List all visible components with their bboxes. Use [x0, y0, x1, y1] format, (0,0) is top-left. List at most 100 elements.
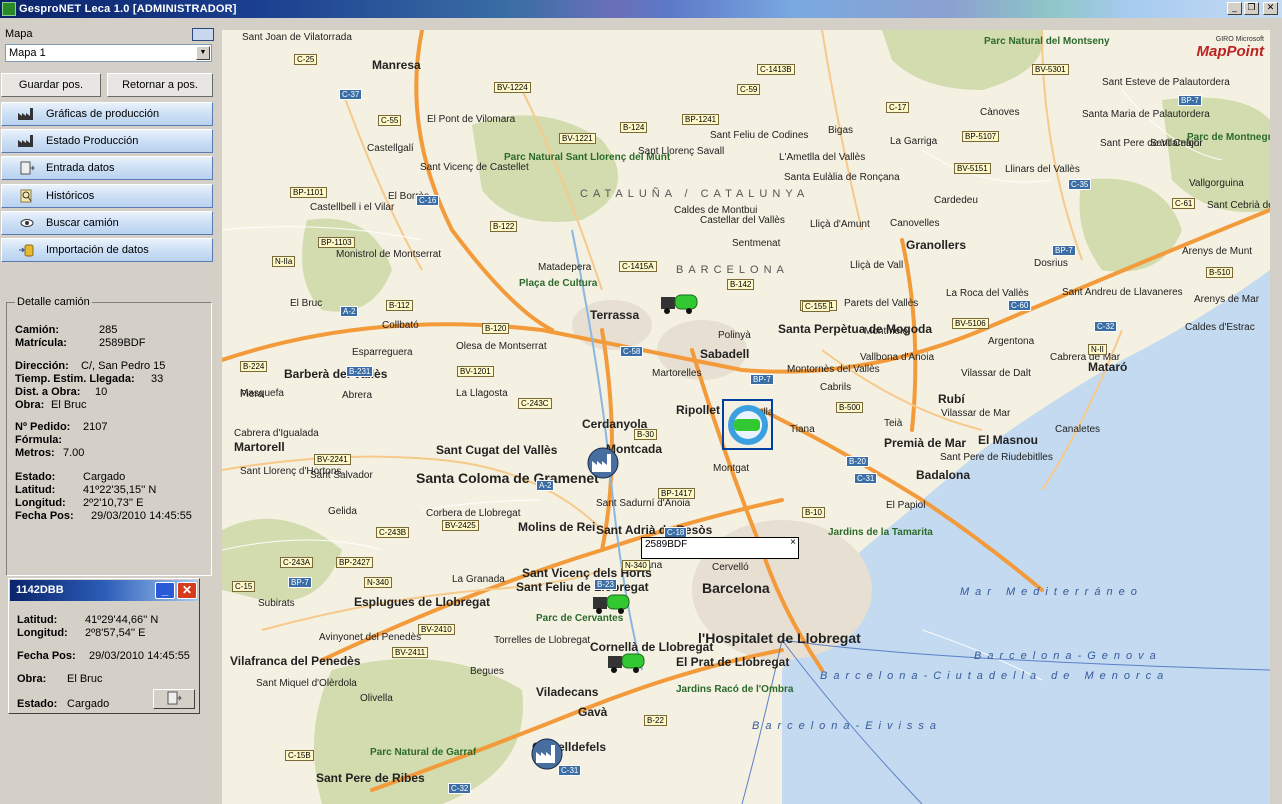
map-place-label: Sabadell: [700, 347, 750, 361]
map-place-label: Molins de Rei: [518, 520, 596, 534]
map-place-label: Arenys de Mar: [1194, 294, 1260, 305]
map-place-label: Mataró: [1088, 360, 1128, 374]
map-place-label: Vilassar de Dalt: [961, 368, 1031, 379]
longitud-label-text: Longitud:: [15, 497, 66, 509]
road-shield: BV-1221: [559, 133, 596, 144]
road-shield: BV-5301: [1032, 64, 1069, 75]
tw-latitud-value: 41º29'44,66'' N: [85, 614, 159, 626]
nav-entrada-datos[interactable]: Entrada datos: [1, 156, 213, 180]
map-place-label: Olesa de Montserrat: [456, 341, 547, 352]
truck-callout[interactable]: 2589BDF ×: [641, 537, 799, 559]
road-shield: C-37: [339, 89, 363, 100]
truck-open-button[interactable]: [153, 689, 195, 709]
truck-popup-close-button[interactable]: ✕: [177, 582, 197, 599]
road-shield: BP-5107: [962, 131, 1000, 142]
save-position-label: Guardar pos.: [18, 79, 84, 91]
tw-estado-value: Cargado: [67, 698, 110, 710]
restore-button[interactable]: ❐: [1244, 2, 1259, 15]
road-shield: N-340: [364, 577, 392, 588]
map-place-label: Lliçà d'Amunt: [810, 219, 870, 230]
map-place-label: Sant Cugat del Vallès: [436, 443, 558, 457]
road-shield: BP-7: [750, 374, 774, 385]
map-place-label: Premià de Mar: [884, 436, 967, 450]
map-place-label: Cervelló: [712, 562, 749, 573]
road-shield: C-243A: [280, 557, 314, 568]
map-place-label: Barcelona-Genova: [974, 650, 1162, 662]
map-place-label: Collbató: [382, 320, 419, 331]
map-scrollbar[interactable]: [1270, 30, 1282, 804]
truck-popup-titlebar[interactable]: 1142DBB _ ✕: [10, 580, 198, 601]
map-place-label: Dosrius: [1034, 258, 1068, 269]
callout-close-button[interactable]: ×: [790, 537, 796, 548]
close-button[interactable]: ✕: [1263, 2, 1278, 15]
road-shield: B-120: [482, 323, 510, 334]
title-bar: GesproNET Leca 1.0 [ADMINISTRADOR] _ ❐ ✕: [0, 0, 1282, 18]
road-shield: BV-2425: [442, 520, 479, 531]
road-shield: C-15B: [285, 750, 314, 761]
nav-buscar-camion[interactable]: Buscar camión: [1, 211, 213, 235]
map-place-label: Sant Sadurní d'Anoia: [596, 498, 691, 509]
minimize-button[interactable]: _: [1227, 2, 1242, 15]
fecha-label: Fecha Pos:: [15, 510, 74, 522]
road-shield: BP-1101: [290, 187, 327, 198]
map-toggle-button[interactable]: [192, 28, 214, 41]
map-place-label: Sant Pere de Riudebitlles: [940, 452, 1053, 463]
latitud-label: Latitud:: [15, 484, 55, 496]
nav-importacion-datos[interactable]: Importación de datos: [1, 238, 213, 262]
road-shield: C-58: [620, 346, 644, 357]
map-place-label: Parc de Montnegre Corredor: [1187, 132, 1270, 143]
chevron-down-icon[interactable]: ▼: [196, 46, 210, 60]
road-shield: C-15: [232, 581, 256, 592]
metros-label: Metros:: [15, 447, 55, 459]
map-place-label: Badalona: [916, 468, 971, 482]
save-position-button[interactable]: Guardar pos.: [1, 73, 101, 97]
nav-historicos[interactable]: Históricos: [1, 184, 213, 208]
return-position-button[interactable]: Retornar a pos.: [107, 73, 213, 97]
map-place-label: Esparreguera: [352, 347, 413, 358]
map-place-label: Plaça de Cultura: [519, 278, 598, 289]
road-shield: C-60: [1008, 300, 1032, 311]
tw-obra-value: El Bruc: [67, 673, 103, 685]
map-place-label: Cabrera d'Igualada: [234, 428, 319, 439]
tw-longitud-label: Longitud:: [17, 627, 68, 639]
return-position-label: Retornar a pos.: [122, 79, 198, 91]
obra-label: Obra:: [15, 399, 44, 411]
tw-longitud-value: 2º8'57,54'' E: [85, 627, 146, 639]
map-place-label: Vilafranca del Penedès: [230, 654, 361, 668]
map-place-label: El Pont de Vilomara: [427, 114, 516, 125]
map-place-label: Sant Vicenç de Castellet: [420, 162, 529, 173]
map-place-label: Barcelona-Ciutadella de Menorca: [820, 670, 1170, 682]
map-place-label: Teià: [884, 418, 903, 429]
map-place-label: Vallbona d'Anoia: [860, 352, 935, 363]
nav-graficas-produccion[interactable]: Gráficas de producción: [1, 102, 213, 126]
tw-latitud-label: Latitud:: [17, 614, 57, 626]
map-view[interactable]: GIRO Microsoft MapPoint Sant Joan de Vil…: [222, 30, 1270, 804]
map-place-label: Jardins de la Tamarita: [828, 527, 933, 538]
map-place-label: Torrelles de Llobregat: [494, 635, 591, 646]
map-place-label: Jardins Racó de l'Ombra: [676, 684, 794, 695]
map-select[interactable]: Mapa 1 ▼: [5, 44, 212, 62]
road-shield: C-25: [294, 54, 318, 65]
fecha-value: 29/03/2010 14:45:55: [91, 510, 192, 522]
camion-label: Camión:: [15, 324, 59, 336]
map-place-label: Abrera: [342, 390, 373, 401]
map-place-label: La Garriga: [890, 136, 938, 147]
map-place-label: Masquefa: [240, 388, 284, 399]
map-place-label: Terrassa: [590, 308, 640, 322]
road-shield: A-2: [536, 480, 555, 491]
map-place-label: Santa Perpètua de Mogoda: [778, 322, 933, 336]
nav-estado-produccion[interactable]: Estado Producción: [1, 129, 213, 153]
road-shield: C-155: [802, 301, 830, 312]
dist-label-text: Dist. a Obra:: [15, 386, 81, 398]
map-place-label: Caldes d'Estrac: [1185, 322, 1255, 333]
map-place-label: Parets del Vallès: [844, 298, 919, 309]
map-place-label: Cànoves: [980, 107, 1020, 118]
map-place-label: Tiana: [790, 424, 815, 435]
map-place-label: El Masnou: [978, 433, 1039, 447]
matricula-label-text: Matrícula:: [15, 337, 67, 349]
map-place-label: Santa Eulàlia de Ronçana: [784, 172, 900, 183]
road-shield: BV-1224: [494, 82, 531, 93]
map-place-label: Santa Maria de Palautordera: [1082, 109, 1210, 120]
truck-popup-minimize-button[interactable]: _: [155, 582, 175, 599]
road-shield: C-16: [416, 195, 440, 206]
